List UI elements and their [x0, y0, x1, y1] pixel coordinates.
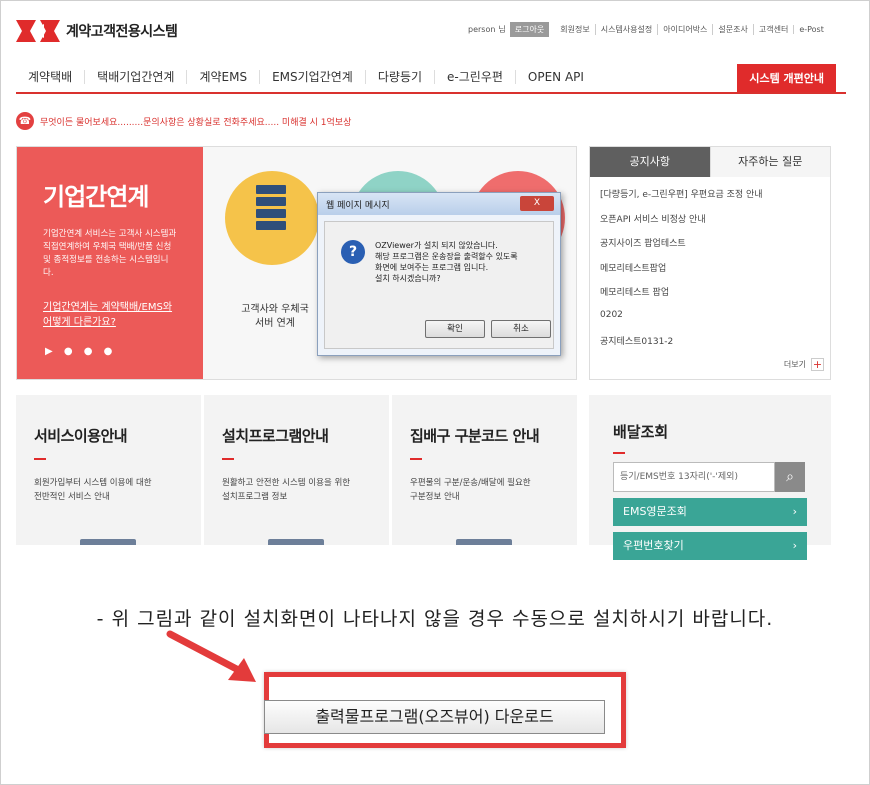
chevron-right-icon: ›	[792, 505, 797, 518]
util-link-customer-center[interactable]: 고객센터	[752, 24, 793, 35]
nav-ems-b2b-link[interactable]: EMS기업간연계	[260, 70, 366, 84]
notice-item[interactable]: 0202	[600, 310, 820, 335]
card-divider	[410, 458, 422, 460]
button-label: 우편번호찾기	[623, 539, 684, 552]
card-desc-line-2: 전반적인 서비스 안내	[34, 492, 110, 502]
card-divider	[34, 458, 46, 460]
ems-english-lookup-button[interactable]: EMS영문조회 ›	[613, 498, 807, 526]
banner-link[interactable]: 기업간연계는 계약택배/EMS와 어떻게 다른가요?	[43, 300, 177, 330]
logo-text: 계약고객전용시스템	[66, 24, 178, 40]
card-illustration-icon	[456, 539, 512, 545]
card-illustration-icon	[268, 539, 324, 545]
nav-contract-parcel[interactable]: 계약택배	[16, 70, 86, 84]
button-label: EMS영문조회	[623, 505, 687, 518]
alert-text: 무엇이든 물어보세요.........문의사항은 상황실로 전화주세요.....…	[40, 117, 352, 128]
banner-link-line-2: 어떻게 다른가요?	[43, 317, 116, 328]
postal-code-search-button[interactable]: 우편번호찾기 ›	[613, 532, 807, 560]
download-ozviewer-button[interactable]: 출력물프로그램(오즈뷰어) 다운로드	[264, 700, 605, 734]
nav-parcel-b2b-link[interactable]: 택배기업간연계	[85, 70, 188, 84]
alert-bar: ☎ 무엇이든 물어보세요.........문의사항은 상황실로 전화주세요...…	[16, 112, 351, 130]
logo-mark-icon	[16, 18, 60, 44]
notice-tabs: 공지사항 자주하는 질문	[590, 147, 830, 177]
system-renewal-notice-button[interactable]: 시스템 개편안내	[737, 64, 836, 92]
dialog-close-button[interactable]: X	[520, 196, 554, 211]
card-desc-line-1: 원활하고 안전한 시스템 이용을 위한	[222, 478, 351, 488]
dialog-message-line-1: OZViewer가 설치 되지 않았습니다.	[375, 241, 498, 250]
site-logo[interactable]: 계약고객전용시스템	[16, 18, 178, 44]
notice-item[interactable]: 공지사이즈 팝업테스트	[600, 236, 820, 261]
dialog-titlebar: 웹 페이지 메시지 X	[318, 193, 560, 215]
arrow-icon	[166, 630, 256, 682]
notice-list: [다량등기, e-그린우편] 우편요금 조정 안내 오픈API 서비스 비정상 …	[590, 177, 830, 359]
delivery-tracking-panel: 배달조회 등기/EMS번호 13자리('-'제외) ⌕ EMS영문조회 › 우편…	[589, 395, 831, 560]
search-icon[interactable]: ⌕	[775, 462, 805, 492]
tracking-number-input[interactable]: 등기/EMS번호 13자리('-'제외)	[613, 462, 775, 492]
nav-e-green-mail[interactable]: e-그린우편	[435, 70, 516, 84]
nav-bulk-registered[interactable]: 다량등기	[366, 70, 436, 84]
card-service-guide[interactable]: 서비스이용안내 회원가입부터 시스템 이용에 대한 전반적인 서비스 안내	[16, 395, 201, 545]
card-install-program-guide[interactable]: 설치프로그램안내 원활하고 안전한 시스템 이용을 위한 설치프로그램 정보	[204, 395, 389, 545]
util-link-idea-box[interactable]: 아이디어박스	[657, 24, 712, 35]
dialog-cancel-button[interactable]: 취소	[491, 320, 551, 338]
dialog-ok-button[interactable]: 확인	[425, 320, 485, 338]
delivery-title: 배달조회	[613, 423, 669, 441]
card-desc-line-2: 구분정보 안내	[410, 492, 460, 502]
dialog-message: OZViewer가 설치 되지 않았습니다. 해당 프로그램은 운송장을 출력할…	[375, 240, 518, 284]
utility-bar: person 님 로그아웃 회원정보 시스템사용설정 아이디어박스 설문조사 고…	[468, 22, 829, 37]
chevron-right-icon: ›	[792, 539, 797, 552]
tracking-search: 등기/EMS번호 13자리('-'제외) ⌕	[613, 462, 807, 492]
notice-item[interactable]: 메모리테스트팝업	[600, 261, 820, 286]
notice-item[interactable]: [다량등기, e-그린우편] 우편요금 조정 안내	[600, 187, 820, 212]
main-navigation: 계약택배 택배기업간연계 계약EMS EMS기업간연계 다량등기 e-그린우편 …	[16, 62, 846, 94]
dialog-body: ? OZViewer가 설치 되지 않았습니다. 해당 프로그램은 운송장을 출…	[324, 221, 554, 349]
dialog-message-line-3: 화면에 보여주는 프로그램 입니다.	[375, 263, 489, 272]
delivery-divider	[613, 452, 625, 454]
banner-text-panel: 기업간연계 기업간연계 서비스는 고객사 시스템과 직접연계하여 우체국 택배/…	[17, 147, 203, 379]
more-link[interactable]: 더보기 +	[784, 358, 824, 371]
server-icon	[256, 185, 286, 245]
banner-link-line-1: 기업간연계는 계약택배/EMS와	[43, 302, 173, 313]
notice-item[interactable]: 공지테스트0131-2	[600, 334, 820, 359]
card-desc-line-1: 회원가입부터 시스템 이용에 대한	[34, 478, 152, 488]
banner-caption-line-2: 서버 연계	[255, 318, 295, 329]
card-sorting-code-guide[interactable]: 집배구 구분코드 안내 우편물의 구분/운송/배달에 필요한 구분정보 안내	[392, 395, 577, 545]
web-page-message-dialog: 웹 페이지 메시지 X ? OZViewer가 설치 되지 않았습니다. 해당 …	[317, 192, 561, 356]
plus-icon: +	[811, 358, 824, 371]
banner-caption-line-1: 고객사와 우체국	[241, 304, 309, 315]
dialog-title: 웹 페이지 메시지	[326, 201, 390, 211]
card-desc-line-2: 설치프로그램 정보	[222, 492, 288, 502]
instruction-text: - 위 그림과 같이 설치화면이 나타나지 않을 경우 수동으로 설치하시기 바…	[96, 608, 774, 630]
tab-notice[interactable]: 공지사항	[590, 147, 710, 177]
more-label: 더보기	[783, 360, 806, 369]
tab-faq[interactable]: 자주하는 질문	[709, 147, 830, 177]
card-divider	[222, 458, 234, 460]
banner-description: 기업간연계 서비스는 고객사 시스템과 직접연계하여 우체국 택배/반품 신청 …	[43, 229, 177, 278]
util-link-survey[interactable]: 설문조사	[712, 24, 752, 35]
card-title: 설치프로그램안내	[222, 427, 329, 445]
dialog-message-line-2: 해당 프로그램은 운송장을 출력할수 있도록	[375, 252, 518, 261]
notice-panel: 공지사항 자주하는 질문 [다량등기, e-그린우편] 우편요금 조정 안내 오…	[589, 146, 831, 380]
question-icon: ?	[341, 240, 365, 264]
user-suffix: 님	[498, 25, 506, 34]
card-desc-line-1: 우편물의 구분/운송/배달에 필요한	[410, 478, 531, 488]
notice-item[interactable]: 메모리테스트 팝업	[600, 285, 820, 310]
util-link-member-info[interactable]: 회원정보	[555, 24, 594, 35]
nav-contract-ems[interactable]: 계약EMS	[187, 70, 261, 84]
nav-open-api[interactable]: OPEN API	[516, 70, 596, 84]
card-illustration-icon	[80, 539, 136, 545]
card-title: 집배구 구분코드 안내	[410, 427, 540, 445]
util-link-system-settings[interactable]: 시스템사용설정	[594, 24, 658, 35]
banner-caption: 고객사와 우체국 서버 연계	[233, 303, 317, 331]
user-name: person	[468, 25, 496, 34]
card-title: 서비스이용안내	[34, 427, 128, 445]
service-cards: 서비스이용안내 회원가입부터 시스템 이용에 대한 전반적인 서비스 안내 설치…	[16, 395, 577, 545]
logout-button[interactable]: 로그아웃	[509, 22, 550, 37]
alarm-icon: ☎	[16, 112, 34, 130]
banner-pager[interactable]: ▶ ● ● ●	[45, 346, 116, 357]
util-link-epost[interactable]: e-Post	[793, 25, 829, 34]
notice-item[interactable]: 오픈API 서비스 비정상 안내	[600, 212, 820, 237]
banner-title: 기업간연계	[43, 183, 149, 211]
dialog-message-line-4: 설치 하시겠습니까?	[375, 274, 441, 283]
